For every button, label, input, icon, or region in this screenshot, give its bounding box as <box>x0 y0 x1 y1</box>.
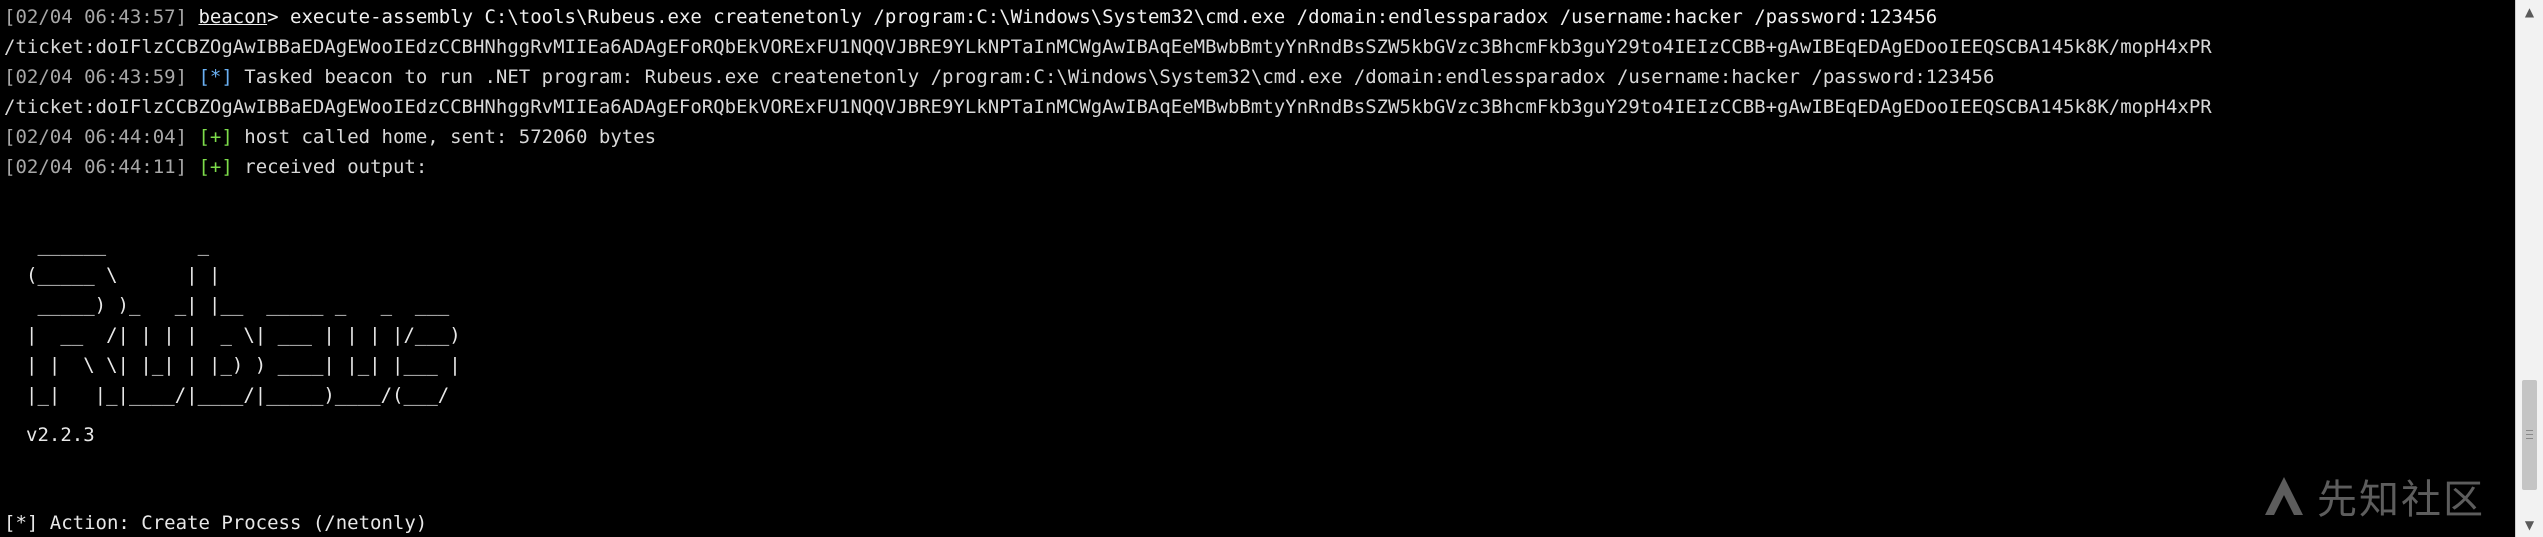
console-line: [02/04 06:44:11] [+] received output: <box>4 152 2515 182</box>
grip-line <box>2526 438 2533 439</box>
banner-line: _____) )_ _| |__ _____ _ _ ___ <box>26 294 450 316</box>
watermark: 先知社区 <box>2261 467 2485 525</box>
ascii-banner: ______ _ (_____ \ | | _____) )_ _| |__ _… <box>26 230 461 410</box>
timestamp: [02/04 06:44:11] <box>4 156 188 178</box>
console-line: [02/04 06:44:04] [+] host called home, s… <box>4 122 2515 152</box>
beacon-prompt: beacon <box>198 6 268 28</box>
terminal-output[interactable]: [02/04 06:43:57] beacon> execute-assembl… <box>0 0 2515 537</box>
vertical-scrollbar[interactable]: ▲ ▼ <box>2515 0 2543 537</box>
info-marker: [*] <box>198 66 233 88</box>
status-text: received output: <box>244 156 428 178</box>
scrollbar-thumb[interactable] <box>2522 380 2537 490</box>
success-marker: [+] <box>198 156 233 178</box>
banner-line: | __ /| | | | _ \| ___ | | | |/___) <box>26 324 461 346</box>
banner-line: |_| |_|____/|____/|_____)____/(___/ <box>26 384 450 406</box>
grip-line <box>2526 434 2533 435</box>
timestamp: [02/04 06:43:57] <box>4 6 188 28</box>
command-continuation: /ticket:doIFlzCCBZOgAwIBBaEDAgEWooIEdzCC… <box>4 36 2212 58</box>
console-line: /ticket:doIFlzCCBZOgAwIBBaEDAgEWooIEdzCC… <box>4 92 2515 122</box>
action-line: [*] Action: Create Process (/netonly) <box>4 512 428 534</box>
banner-line: | | \ \| |_| | |_) ) ____| |_| |___ | <box>26 354 461 376</box>
grip-line <box>2526 430 2533 431</box>
xianzhi-logo-icon <box>2265 477 2303 515</box>
version-text: v2.2.3 <box>26 424 95 446</box>
console-line: [02/04 06:43:59] [*] Tasked beacon to ru… <box>4 62 2515 92</box>
timestamp: [02/04 06:44:04] <box>4 126 188 148</box>
status-text: host called home, sent: 572060 bytes <box>244 126 657 148</box>
arrow-up-icon[interactable]: ▲ <box>2516 0 2543 24</box>
task-text: Tasked beacon to run .NET program: Rubeu… <box>244 66 1995 88</box>
banner-line: (_____ \ | | <box>26 264 221 286</box>
command-text: execute-assembly C:\tools\Rubeus.exe cre… <box>290 6 1938 28</box>
console-line: /ticket:doIFlzCCBZOgAwIBBaEDAgEWooIEdzCC… <box>4 32 2515 62</box>
timestamp: [02/04 06:43:59] <box>4 66 188 88</box>
prompt-suffix: > <box>267 6 291 28</box>
console-line: [02/04 06:43:57] beacon> execute-assembl… <box>4 2 2515 32</box>
command-continuation: /ticket:doIFlzCCBZOgAwIBBaEDAgEWooIEdzCC… <box>4 96 2212 118</box>
arrow-down-icon[interactable]: ▼ <box>2516 513 2543 537</box>
watermark-text: 先知社区 <box>2317 477 2485 523</box>
console-lines: [02/04 06:43:57] beacon> execute-assembl… <box>4 2 2515 182</box>
banner-line: ______ _ <box>26 234 210 256</box>
success-marker: [+] <box>198 126 233 148</box>
